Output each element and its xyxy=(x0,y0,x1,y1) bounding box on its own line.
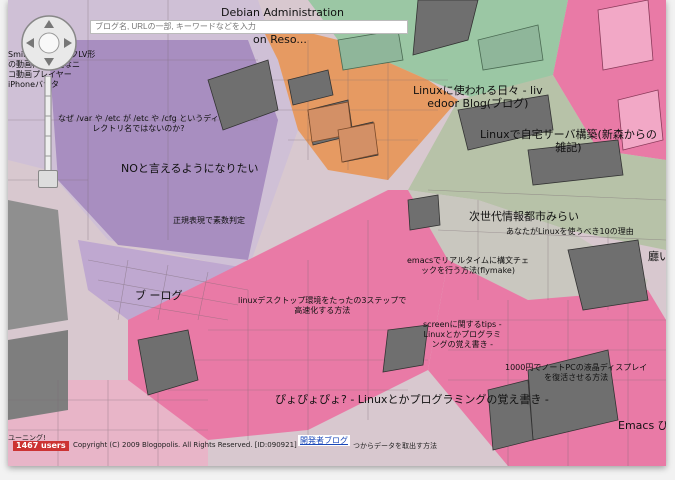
label-emacs-right[interactable]: Emacs ぴ xyxy=(618,419,666,432)
label-linux10[interactable]: あなたがLinuxを使うべき10の理由 xyxy=(506,227,634,237)
label-blog[interactable]: ブ ーログ xyxy=(135,289,183,302)
label-pyopyo[interactable]: ぴょぴょぴょ? - Linuxとかプログラミングの覚え書き - xyxy=(275,393,549,406)
label-var-etc[interactable]: なぜ /var や /etc が /etc や /cfg というディ レクトリ名… xyxy=(58,114,219,134)
label-next-city[interactable]: 次世代情報都市みらい xyxy=(469,210,579,223)
label-linux-server[interactable]: Linuxで自宅サーバ構築(新森からの 雑記) xyxy=(480,128,657,154)
label-debian-sub[interactable]: on Reso... xyxy=(253,33,307,46)
label-debian[interactable]: Debian Administration xyxy=(221,6,344,19)
label-lcd[interactable]: 1000円でノートPCの液晶ディスプレイ を復活させる方法 xyxy=(505,363,647,383)
label-linux-days[interactable]: Linuxに使われる日々 - liv edoor Blog(ブログ) xyxy=(413,84,543,110)
pan-control-icon[interactable] xyxy=(20,14,78,72)
label-emacs-rt[interactable]: emacsでリアルタイムに構文チェ ックを行う方法(flymake) xyxy=(407,256,529,276)
copyright-text: Copyright (C) 2009 Blogopolis. All Right… xyxy=(73,441,297,449)
label-desktop[interactable]: linuxデスクトップ環境をたったの3ステップで 高速化する方法 xyxy=(238,296,406,316)
developer-blog-link[interactable]: 開発者ブログ xyxy=(298,435,350,446)
footer-tail[interactable]: つからデータを取出す方法 xyxy=(353,441,437,451)
label-no[interactable]: NOと言えるようになりたい xyxy=(121,162,259,175)
label-regex[interactable]: 正規表現で素数判定 xyxy=(173,216,245,226)
users-count-badge: 1467 users xyxy=(13,441,69,451)
zoom-slider-handle[interactable] xyxy=(38,170,58,188)
label-right-edge[interactable]: 廳い xyxy=(648,250,666,263)
label-screen[interactable]: screenに関するtips - Linuxとかプログラミ ングの覚え書き - xyxy=(423,320,502,350)
search-input[interactable] xyxy=(90,20,408,34)
map-viewport[interactable]: Debian Administration on Reso... Smileブッ… xyxy=(8,0,666,466)
